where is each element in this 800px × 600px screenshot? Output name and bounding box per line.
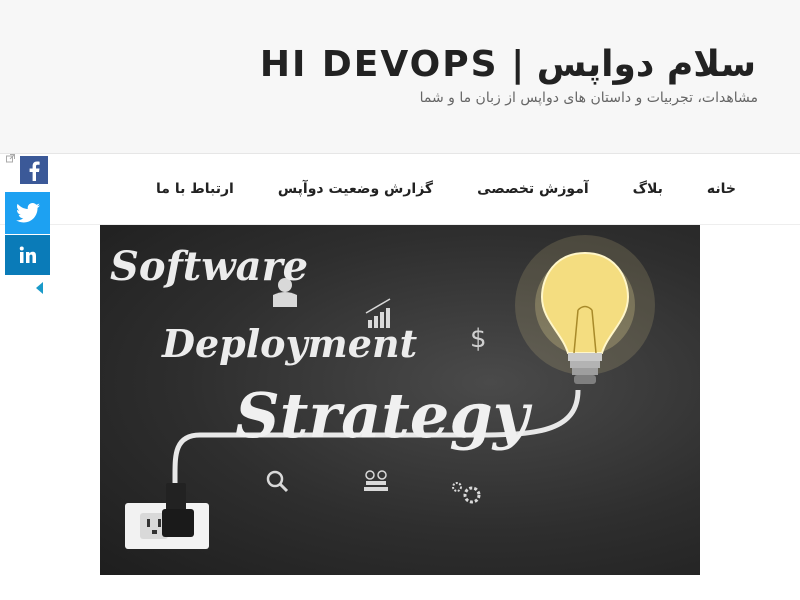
hero-line-strategy: Strategy — [235, 379, 533, 452]
site-description: مشاهدات، تجربیات و داستان های دواپس از ز… — [419, 90, 758, 106]
linkedin-share-button[interactable] — [5, 235, 50, 275]
power-plug — [166, 483, 186, 511]
nav-item-contact[interactable]: ارتباط با ما — [156, 181, 234, 197]
site-header: سلام دواپس | HI DEVOPS مشاهدات، تجربیات … — [0, 0, 800, 154]
books-icon — [364, 470, 388, 491]
nav-item-devops-report[interactable]: گزارش وضعیت دوآپس — [278, 181, 433, 197]
hero-line-deployment: Deployment — [161, 321, 418, 366]
linkedin-icon — [19, 246, 36, 263]
magnifier-icon — [266, 470, 289, 493]
main-navigation: خانه بلاگ آموزش تخصصی گزارش وضعیت دوآپس … — [0, 154, 800, 225]
external-link-icon[interactable] — [6, 154, 15, 163]
site-title[interactable]: سلام دواپس | HI DEVOPS — [260, 44, 756, 85]
hero-line-software: Software — [110, 243, 308, 290]
twitter-share-button[interactable] — [5, 192, 50, 234]
collapse-share-arrow[interactable] — [36, 282, 43, 294]
nav-item-home[interactable]: خانه — [707, 181, 736, 197]
twitter-icon — [15, 203, 40, 223]
facebook-icon — [29, 161, 40, 181]
nav-item-blog[interactable]: بلاگ — [633, 181, 663, 197]
nav-item-training[interactable]: آموزش تخصصی — [477, 181, 589, 197]
gears-icon — [452, 482, 481, 504]
nav-menu: خانه بلاگ آموزش تخصصی گزارش وضعیت دوآپس … — [156, 154, 736, 224]
facebook-share-button[interactable] — [20, 156, 48, 184]
dollar-icon: $ — [470, 324, 487, 354]
featured-image[interactable]: $ Software Deployment Strategy — [100, 225, 700, 575]
